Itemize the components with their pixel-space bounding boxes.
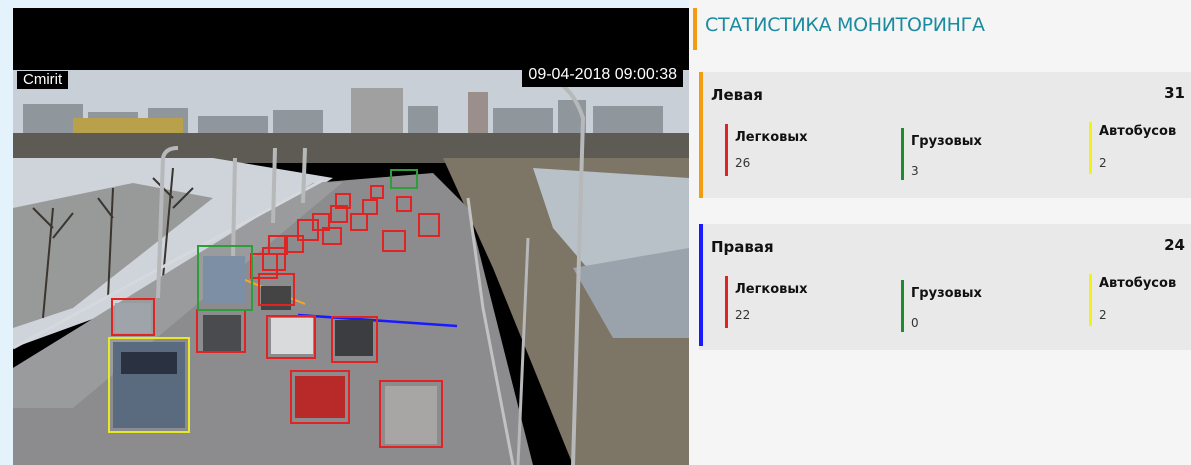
cars-value: 22 bbox=[735, 308, 751, 322]
car-detection-box bbox=[362, 199, 378, 215]
left-side-total: 31 bbox=[1164, 84, 1185, 102]
buses-label: Автобусов bbox=[1099, 124, 1177, 139]
cars-value: 26 bbox=[735, 156, 751, 170]
left-side-name: Левая bbox=[711, 86, 763, 104]
car-detection-box bbox=[418, 213, 440, 237]
trucks-label: Грузовых bbox=[911, 286, 982, 301]
trucks-value: 0 bbox=[911, 316, 919, 330]
buses-value: 2 bbox=[1099, 308, 1107, 322]
car-detection-box bbox=[350, 213, 368, 231]
truck-detection-box bbox=[390, 169, 418, 189]
car-detection-box bbox=[262, 247, 286, 271]
right-side-accent bbox=[699, 224, 703, 346]
car-detection-box bbox=[370, 185, 384, 199]
trucks-color-bar bbox=[901, 128, 904, 180]
car-detection-box bbox=[382, 230, 406, 252]
detections-layer bbox=[108, 169, 458, 448]
trucks-value: 3 bbox=[911, 164, 919, 178]
cars-color-bar bbox=[725, 124, 728, 176]
car-detection-box bbox=[396, 196, 412, 212]
panel-title: СТАТИСТИКА МОНИТОРИНГА bbox=[705, 14, 985, 36]
buses-color-bar bbox=[1089, 122, 1092, 174]
left-side-accent bbox=[699, 72, 703, 198]
vehicles bbox=[113, 256, 437, 444]
cars-color-bar bbox=[725, 276, 728, 328]
title-accent-bar bbox=[693, 8, 697, 50]
right-side-name: Правая bbox=[711, 238, 774, 256]
trucks-label: Грузовых bbox=[911, 134, 982, 149]
right-side-card: Правая 24 Легковых 22 Грузовых 0 Автобус… bbox=[699, 224, 1191, 350]
camera-feed: Cmirit 09-04-2018 09:00:38 bbox=[13, 8, 689, 465]
cars-label: Легковых bbox=[735, 130, 808, 145]
right-side-total: 24 bbox=[1164, 236, 1185, 254]
cars-label: Легковых bbox=[735, 282, 808, 297]
buses-value: 2 bbox=[1099, 156, 1107, 170]
trucks-color-bar bbox=[901, 280, 904, 332]
monitoring-stats-panel: СТАТИСТИКА МОНИТОРИНГА Левая 31 Легковых… bbox=[689, 0, 1191, 465]
buses-label: Автобусов bbox=[1099, 276, 1177, 291]
buses-color-bar bbox=[1089, 274, 1092, 326]
left-side-card: Левая 31 Легковых 26 Грузовых 3 Автобусо… bbox=[699, 72, 1191, 198]
